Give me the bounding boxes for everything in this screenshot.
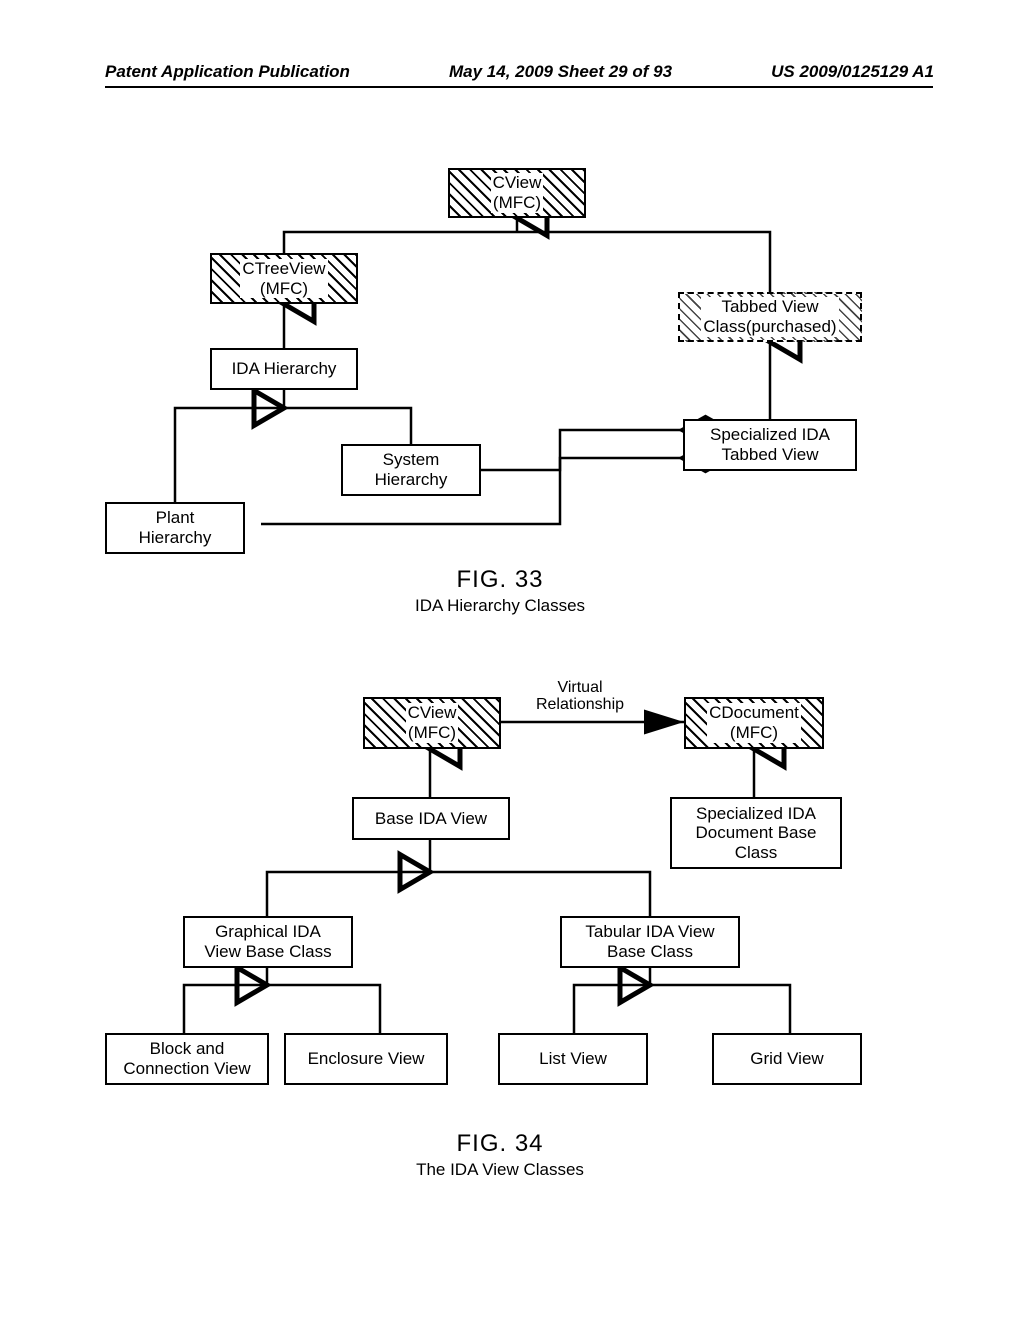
label-virtual-relationship: VirtualRelationship xyxy=(520,680,640,714)
header-left: Patent Application Publication xyxy=(105,62,350,82)
node-base-ida-view: Base IDA View xyxy=(352,797,510,840)
node-listview: List View xyxy=(498,1033,648,1085)
node-spec-ida-doc-base: Specialized IDADocument BaseClass xyxy=(670,797,842,869)
header-rule xyxy=(105,86,933,88)
node-cview: CView(MFC) xyxy=(448,168,586,218)
node-gridview: Grid View xyxy=(712,1033,862,1085)
node-system-hierarchy: SystemHierarchy xyxy=(341,444,481,496)
node-cdocument: CDocument(MFC) xyxy=(684,697,824,749)
header-center: May 14, 2009 Sheet 29 of 93 xyxy=(449,62,672,82)
node-specialized-ida-tabbed: Specialized IDATabbed View xyxy=(683,419,857,471)
node-cview2: CView(MFC) xyxy=(363,697,501,749)
node-ctreeview: CTreeView(MFC) xyxy=(210,253,358,304)
fig34-caption: FIG. 34 The IDA View Classes xyxy=(350,1128,650,1181)
node-ida-hierarchy: IDA Hierarchy xyxy=(210,348,358,390)
node-tabbedview: Tabbed ViewClass(purchased) xyxy=(678,292,862,342)
header-right: US 2009/0125129 A1 xyxy=(771,62,934,82)
node-block-conn: Block andConnection View xyxy=(105,1033,269,1085)
node-graphical-ida: Graphical IDAView Base Class xyxy=(183,916,353,968)
fig33-caption: FIG. 33 IDA Hierarchy Classes xyxy=(350,564,650,617)
node-tabular-ida: Tabular IDA ViewBase Class xyxy=(560,916,740,968)
node-enclosure: Enclosure View xyxy=(284,1033,448,1085)
node-plant-hierarchy: PlantHierarchy xyxy=(105,502,245,554)
